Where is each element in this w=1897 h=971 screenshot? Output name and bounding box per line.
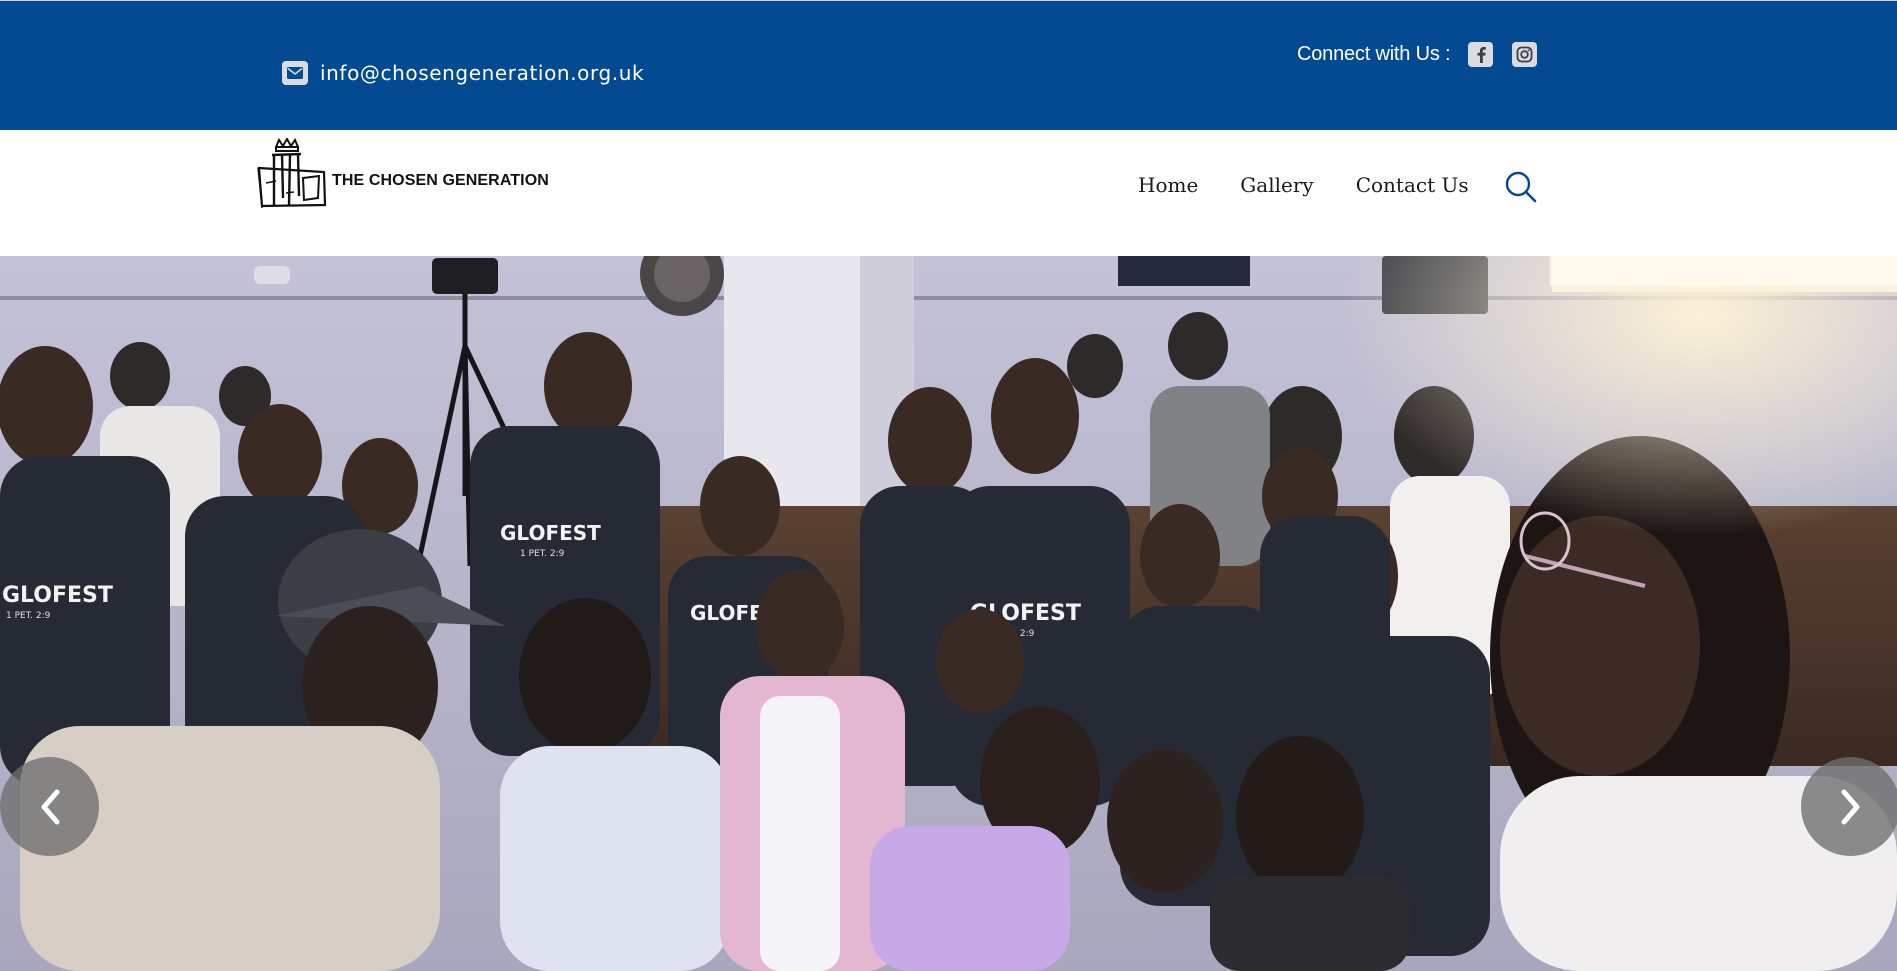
shirt-verse-1: 1 PET. 2:9 (6, 611, 51, 621)
chevron-left-icon (41, 789, 59, 824)
instagram-icon[interactable] (1512, 41, 1538, 67)
top-bar: info@chosengeneration.org.uk Connect wit… (0, 0, 1897, 130)
slider-prev-button[interactable] (0, 757, 99, 856)
logo-mark-icon (257, 137, 326, 208)
hero-photo: GLOFEST GLOFEST GLOFEST GLOFEST 1 PET. 2… (0, 256, 1897, 971)
facebook-icon[interactable] (1468, 41, 1494, 67)
social-links: Connect with Us : (1297, 39, 1556, 69)
slider-next-button[interactable] (1801, 757, 1897, 856)
search-icon[interactable] (1504, 170, 1538, 204)
shirt-verse-2: 1 PET. 2:9 (520, 549, 565, 559)
shirt-print-2: GLOFEST (500, 521, 601, 545)
chevron-right-icon (1841, 789, 1859, 824)
site-header: THE CHOSEN GENERATION Home Gallery Conta… (0, 130, 1897, 256)
email-link[interactable]: info@chosengeneration.org.uk (282, 59, 644, 87)
shirt-print-1: GLOFEST (2, 583, 113, 608)
email-address: info@chosengeneration.org.uk (320, 61, 645, 85)
nav-home[interactable]: Home (1138, 173, 1198, 197)
hero-slider: GLOFEST GLOFEST GLOFEST GLOFEST 1 PET. 2… (0, 256, 1897, 971)
nav-gallery[interactable]: Gallery (1240, 173, 1313, 197)
main-nav: Home Gallery Contact Us (1138, 170, 1469, 200)
logo-text: THE CHOSEN GENERATION (332, 171, 549, 189)
connect-label: Connect with Us : (1297, 42, 1451, 65)
site-logo[interactable]: THE CHOSEN GENERATION (256, 136, 566, 211)
envelope-icon (282, 61, 308, 85)
nav-contact-us[interactable]: Contact Us (1356, 173, 1469, 197)
